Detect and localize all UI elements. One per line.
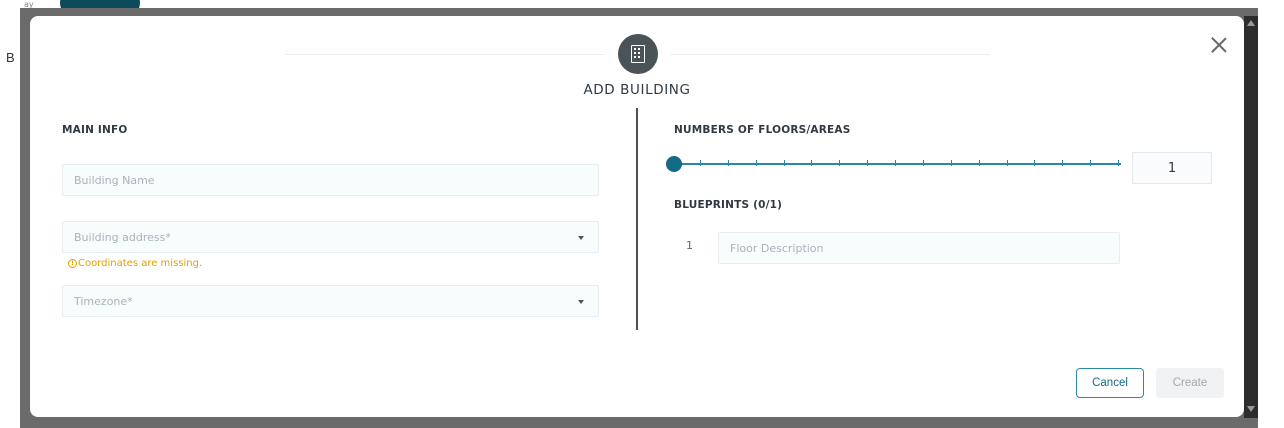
column-divider xyxy=(636,108,638,330)
slider-tick xyxy=(839,160,841,166)
floors-slider-thumb[interactable] xyxy=(666,156,682,172)
scroll-down-arrow-icon[interactable] xyxy=(1247,406,1255,412)
floors-slider-track[interactable] xyxy=(674,163,1121,165)
coordinates-warning-text: Coordinates are missing. xyxy=(78,258,203,269)
building-name-placeholder: Building Name xyxy=(74,173,155,187)
floors-heading: NUMBERS OF FLOORS/AREAS xyxy=(674,124,851,136)
slider-tick xyxy=(978,160,980,166)
page-scrollbar[interactable] xyxy=(1244,16,1258,418)
building-icon xyxy=(618,34,658,74)
caret-down-icon xyxy=(578,236,584,240)
caret-down-icon xyxy=(578,300,584,304)
scroll-up-arrow-icon[interactable] xyxy=(1247,20,1255,26)
window-edge xyxy=(1258,0,1284,428)
building-address-select[interactable]: Building address* xyxy=(62,221,599,253)
building-name-input[interactable]: Building Name xyxy=(62,164,599,196)
blueprints-heading: BLUEPRINTS (0/1) xyxy=(674,199,783,211)
coordinates-warning: ! Coordinates are missing. xyxy=(68,258,202,269)
slider-tick xyxy=(783,160,785,166)
header-divider-left xyxy=(285,54,605,55)
background-side-letter: B xyxy=(6,50,15,65)
slider-tick xyxy=(1034,160,1036,166)
slider-tick xyxy=(700,160,701,166)
floor-description-placeholder: Floor Description xyxy=(730,241,824,255)
slider-tick xyxy=(755,160,757,166)
add-building-dialog: ADD BUILDING MAIN INFO Building Name Bui… xyxy=(30,16,1244,417)
slider-tick xyxy=(1006,160,1008,166)
floors-count-value: 1 xyxy=(1167,160,1177,176)
cancel-button[interactable]: Cancel xyxy=(1076,368,1144,398)
building-address-placeholder: Building address* xyxy=(74,230,171,244)
warning-icon: ! xyxy=(68,259,77,268)
slider-tick xyxy=(1062,160,1064,166)
dialog-title: ADD BUILDING xyxy=(583,82,691,98)
timezone-placeholder: Timezone* xyxy=(74,294,133,308)
slider-tick xyxy=(727,160,729,166)
slider-tick xyxy=(950,160,952,166)
floors-count-input[interactable]: 1 xyxy=(1132,152,1212,184)
slider-tick xyxy=(867,160,869,166)
slider-tick xyxy=(895,160,897,166)
slider-tick xyxy=(1090,160,1092,166)
main-info-heading: MAIN INFO xyxy=(62,124,128,136)
close-icon[interactable] xyxy=(1208,34,1230,56)
timezone-select[interactable]: Timezone* xyxy=(62,285,599,317)
floor-description-input[interactable]: Floor Description xyxy=(718,232,1120,264)
slider-tick xyxy=(1118,160,1119,166)
header-divider-right xyxy=(670,54,990,55)
slider-tick xyxy=(922,160,924,166)
create-button[interactable]: Create xyxy=(1156,368,1224,398)
blueprint-row-index: 1 xyxy=(686,239,693,252)
slider-tick xyxy=(811,160,813,166)
